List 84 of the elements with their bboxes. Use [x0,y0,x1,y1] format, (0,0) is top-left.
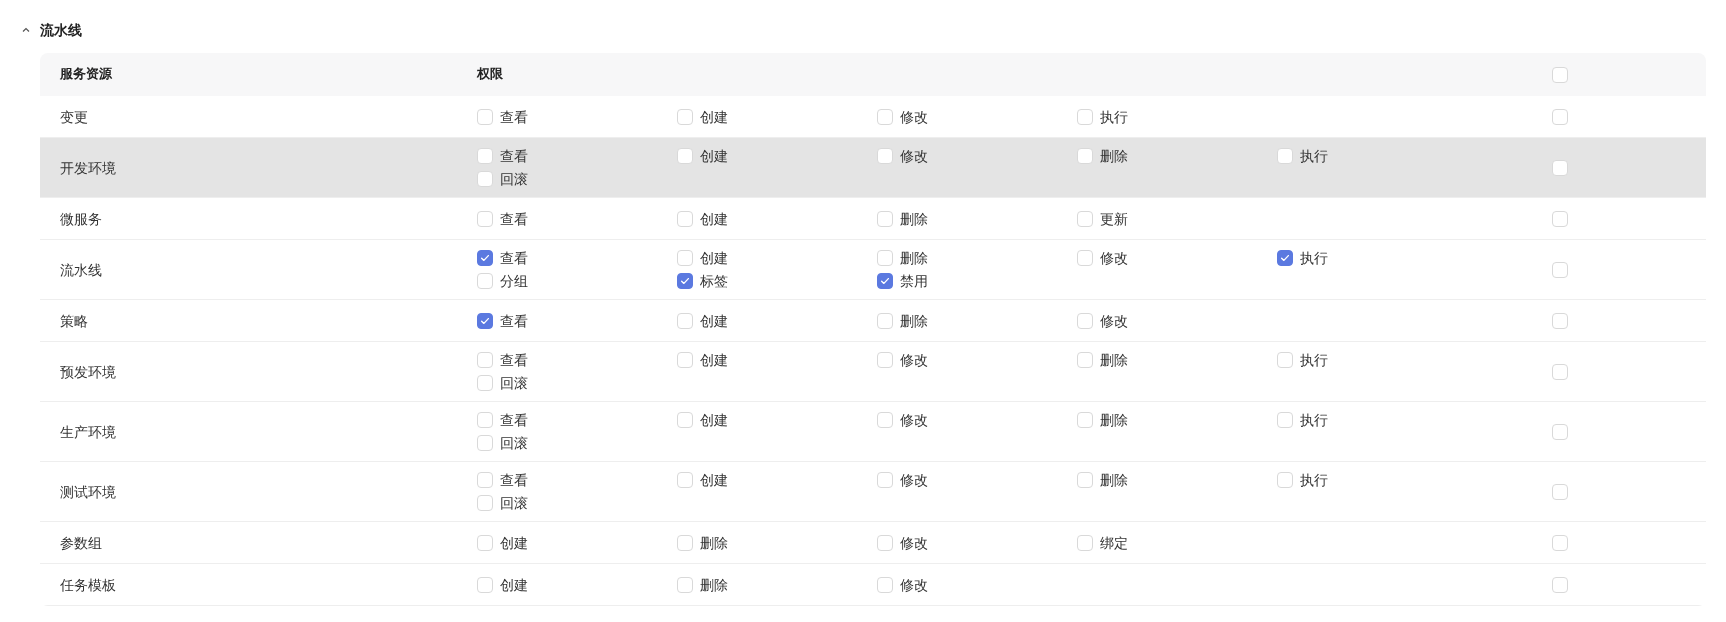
permission-label: 删除 [900,249,928,268]
row-checkbox[interactable] [1552,159,1568,176]
row-checkbox[interactable] [1552,312,1568,329]
permission-checkbox[interactable] [477,250,493,266]
permission-label: 执行 [1300,351,1328,370]
permission-label: 执行 [1100,107,1128,127]
permission-label: 修改 [1100,249,1128,268]
resource-name: 参数组 [59,533,103,553]
resource-name: 任务模板 [59,575,117,595]
column-header: 服务资源 [59,65,113,84]
row-checkbox[interactable] [1552,210,1568,227]
check-icon [679,275,691,287]
column-header: 权限 [477,65,504,84]
permission-label: 回滚 [500,374,528,393]
permission-checkbox[interactable] [1277,250,1293,266]
permission-label: 创建 [500,533,528,553]
row-checkbox[interactable] [1552,483,1568,500]
permission-label: 修改 [900,471,928,490]
resource-name: 生产环境 [59,422,117,442]
permission-label: 创建 [700,411,728,430]
permission-label: 查看 [500,411,528,430]
permission-label: 回滚 [500,494,528,513]
resource-name: 微服务 [59,209,103,229]
select-all-checkbox[interactable] [1552,66,1568,83]
permission-label: 更新 [1100,209,1128,229]
permission-label: 创建 [700,249,728,268]
resource-name: 变更 [59,107,89,127]
resource-name: 策略 [59,311,89,331]
permission-label: 删除 [700,533,728,553]
row-checkbox[interactable] [1552,363,1568,380]
permission-label: 绑定 [1100,533,1128,553]
resource-name: 预发环境 [59,362,117,382]
permission-label: 删除 [1100,147,1128,166]
permission-label: 创建 [700,471,728,490]
permission-label: 分组 [500,272,528,291]
permission-label: 执行 [1300,411,1328,430]
permission-label: 删除 [1100,411,1128,430]
permission-label: 创建 [700,351,728,370]
permission-label: 查看 [500,471,528,490]
permission-label: 查看 [500,249,528,268]
permission-label: 修改 [1100,311,1128,331]
permission-label: 修改 [900,147,928,166]
permission-label: 回滚 [500,170,528,189]
permission-label: 创建 [700,209,728,229]
permission-checkbox[interactable] [677,273,693,289]
permission-label: 修改 [900,107,928,127]
row-checkbox[interactable] [1552,261,1568,278]
permission-label: 删除 [700,575,728,595]
resource-name: 测试环境 [59,482,117,502]
permission-checkbox[interactable] [877,273,893,289]
check-icon [879,275,891,287]
permission-label: 查看 [500,147,528,166]
permission-label: 查看 [500,351,528,370]
check-icon [479,252,491,264]
permission-label: 修改 [900,533,928,553]
permission-label: 删除 [900,311,928,331]
permission-label: 删除 [1100,471,1128,490]
permission-label: 删除 [1100,351,1128,370]
permission-label: 创建 [500,575,528,595]
permission-label: 创建 [700,147,728,166]
section-title: 流水线 [40,21,82,40]
resource-name: 开发环境 [59,158,117,178]
permission-label: 创建 [700,107,728,127]
permission-checkbox[interactable] [477,312,493,329]
permission-label: 查看 [500,209,528,229]
permission-label: 创建 [700,311,728,331]
permission-label: 修改 [900,411,928,430]
permission-label: 修改 [900,351,928,370]
row-checkbox[interactable] [1552,576,1568,593]
check-icon [1279,252,1291,264]
permission-label: 执行 [1300,147,1328,166]
row-checkbox[interactable] [1552,423,1568,440]
permission-label: 执行 [1300,249,1328,268]
permission-label: 禁用 [900,272,928,291]
permission-label: 标签 [700,272,728,291]
permission-label: 修改 [900,575,928,595]
permission-label: 删除 [900,209,928,229]
row-checkbox[interactable] [1552,108,1568,125]
permission-label: 回滚 [500,434,528,453]
permission-label: 执行 [1300,471,1328,490]
permission-label: 查看 [500,311,528,331]
resource-name: 流水线 [59,260,103,280]
permission-label: 查看 [500,107,528,127]
row-checkbox[interactable] [1552,534,1568,551]
